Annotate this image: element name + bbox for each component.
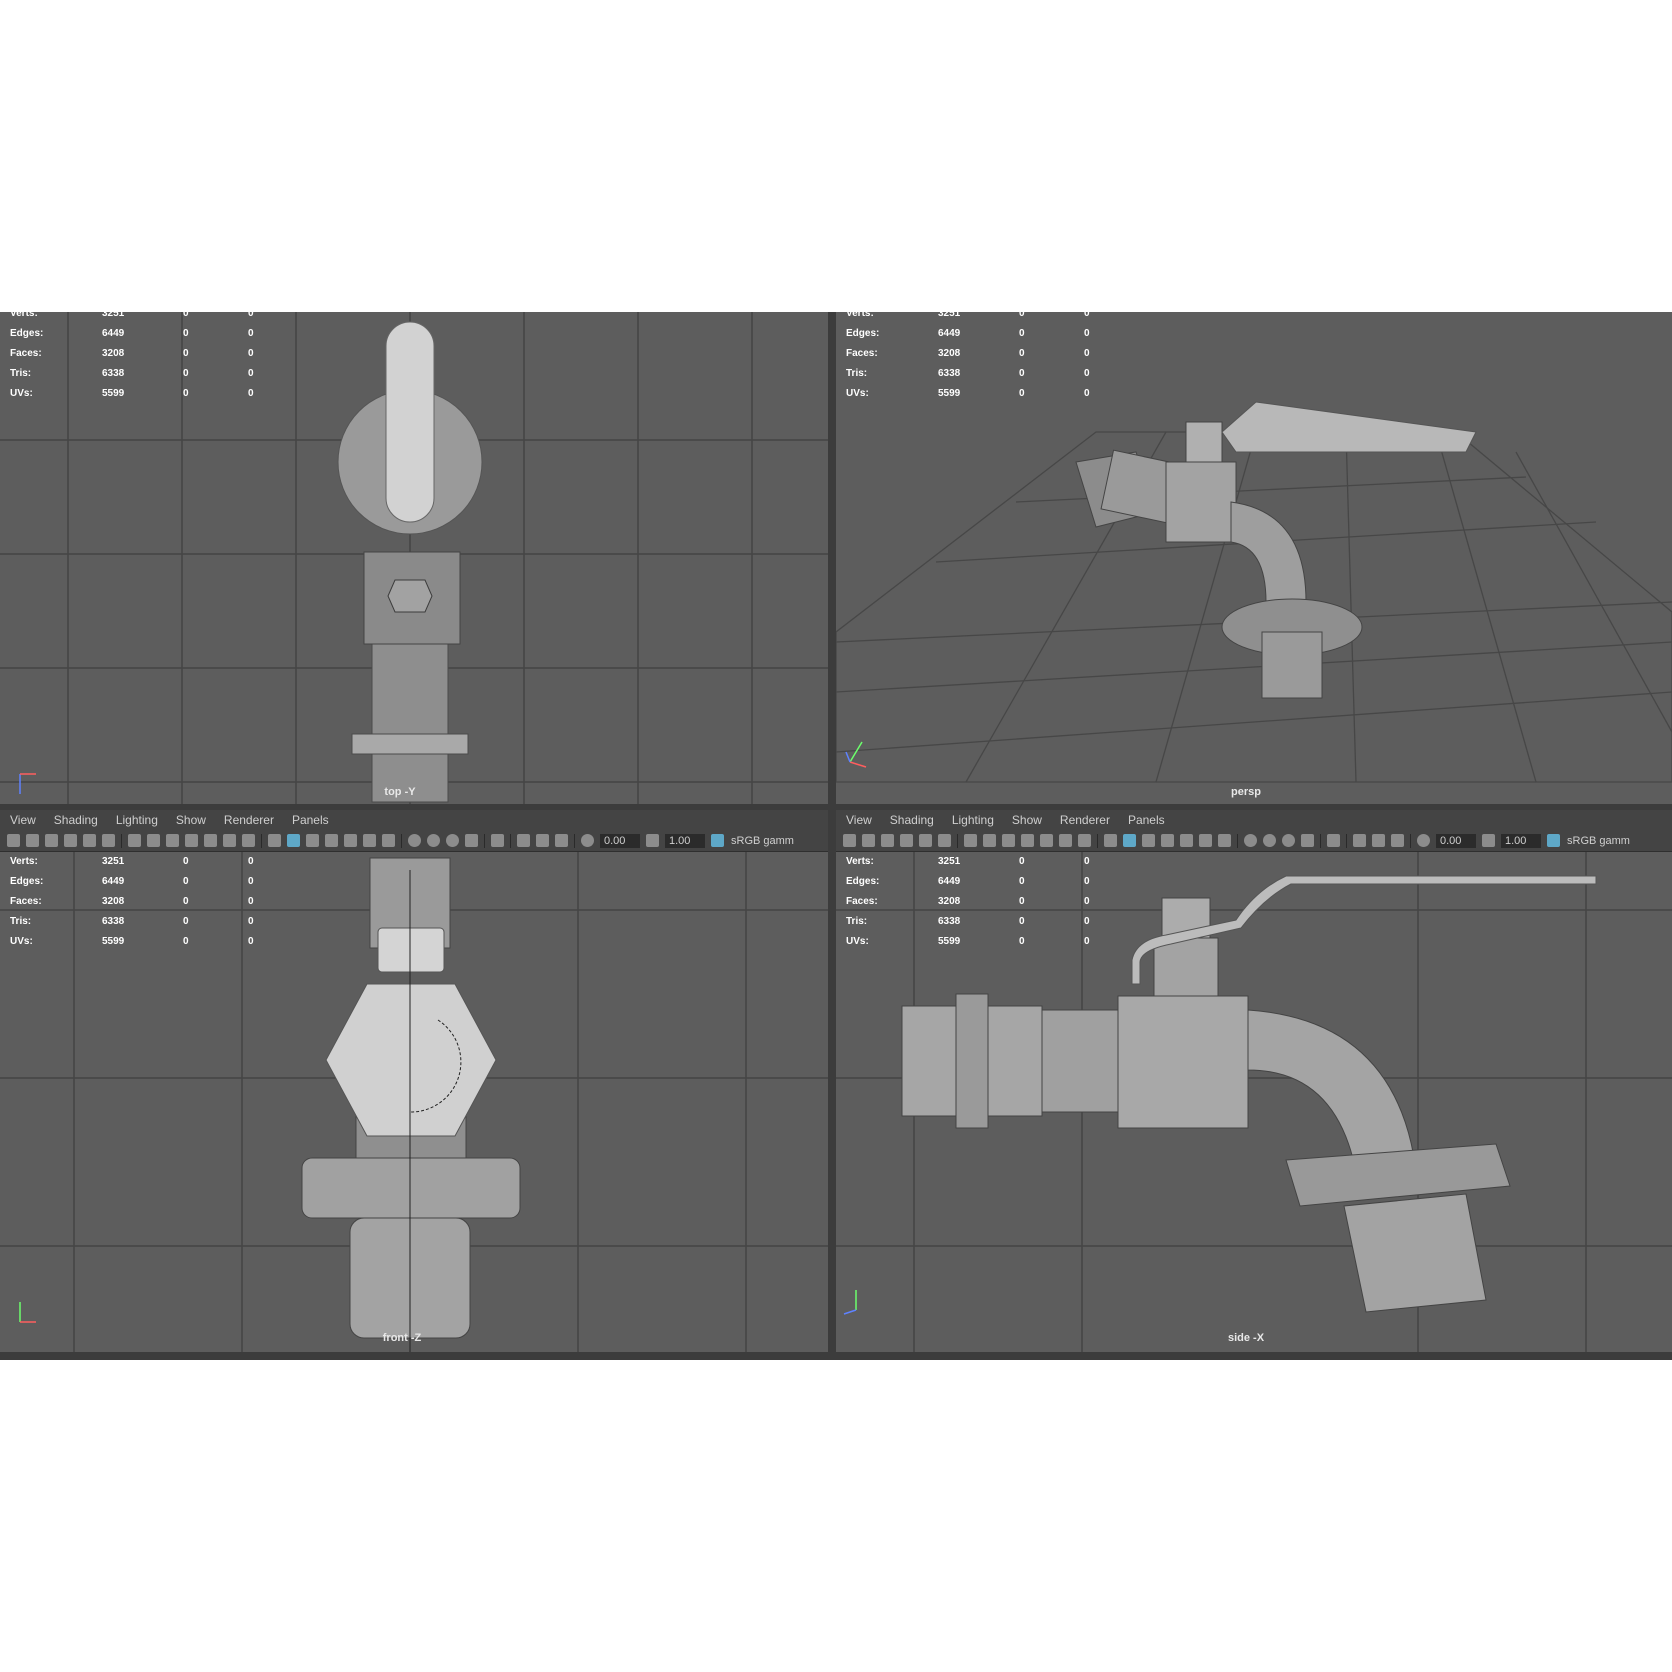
stats-value: 0: [248, 368, 254, 379]
stats-value: 3251: [938, 312, 961, 319]
camera-label-front: front -Z: [382, 1332, 422, 1344]
stats-value: 6338: [102, 368, 125, 379]
persp-view-scene: [836, 401, 1672, 783]
stats-value: 0: [248, 328, 254, 339]
stats-label: Tris:: [10, 916, 32, 927]
camera-label-side: side -X: [1227, 1332, 1265, 1344]
stats-label: Edges:: [846, 328, 880, 339]
stats-label: Faces:: [846, 896, 878, 907]
stats-value: 0: [1084, 936, 1090, 947]
stats-value: 5599: [938, 936, 961, 947]
stats-label: Faces:: [10, 348, 42, 359]
stats-value: 0: [183, 348, 189, 359]
stats-value: 0: [1019, 388, 1025, 399]
stats-label: Verts:: [846, 856, 874, 867]
stats-label: Tris:: [10, 368, 32, 379]
stats-value: 3208: [102, 896, 125, 907]
stats-value: 0: [1084, 856, 1090, 867]
stats-value: 0: [1084, 896, 1090, 907]
stats-value: 0: [1084, 876, 1090, 887]
stats-value: 0: [1084, 388, 1090, 399]
stats-label: Faces:: [10, 896, 42, 907]
stats-value: 0: [183, 896, 189, 907]
viewport-front[interactable]: View Shading Lighting Show Renderer Pane…: [0, 810, 828, 1352]
stats-label: UVs:: [10, 936, 33, 947]
stats-value: 3208: [938, 896, 961, 907]
stats-value: 0: [183, 936, 189, 947]
stats-value: 0: [183, 856, 189, 867]
stats-label: UVs:: [846, 388, 869, 399]
stats-value: 0: [183, 916, 189, 927]
front-view-scene: [0, 852, 828, 1352]
stats-value: 0: [183, 388, 189, 399]
stats-label: Edges:: [10, 876, 44, 887]
viewport-side[interactable]: View Shading Lighting Show Renderer Pane…: [836, 810, 1672, 1352]
stats-value: 0: [1019, 348, 1025, 359]
stats-value: 3251: [102, 856, 125, 867]
stats-label: Tris:: [846, 916, 868, 927]
stats-value: 0: [1019, 312, 1025, 319]
stats-value: 0: [1084, 368, 1090, 379]
stats-value: 0: [248, 876, 254, 887]
faucet-top-model: [337, 321, 483, 803]
stats-value: 0: [248, 896, 254, 907]
stats-value: 0: [1019, 328, 1025, 339]
stats-value: 0: [248, 312, 254, 319]
stats-value: 0: [1019, 936, 1025, 947]
stats-label: Edges:: [846, 876, 880, 887]
stats-value: 0: [1019, 876, 1025, 887]
stats-label: UVs:: [846, 936, 869, 947]
stats-value: 3208: [102, 348, 125, 359]
camera-label-top: top -Y: [384, 786, 416, 798]
stats-value: 5599: [102, 388, 125, 399]
stats-value: 6449: [102, 876, 125, 887]
stats-label: UVs:: [10, 388, 33, 399]
stats-value: 0: [183, 312, 189, 319]
stats-value: 0: [248, 916, 254, 927]
stats-value: 0: [248, 388, 254, 399]
stats-label: Edges:: [10, 328, 44, 339]
maya-four-view-layout: Verts: 3251 0 0 Edges: 6449 0 0 Faces: 3208 0 0 T…: [0, 312, 1672, 1360]
camera-label-persp: persp: [1231, 786, 1261, 798]
side-view-scene: [836, 852, 1672, 1352]
stats-value: 6449: [938, 328, 961, 339]
stats-value: 6449: [938, 876, 961, 887]
stats-value: 3251: [938, 856, 961, 867]
stats-value: 6338: [938, 916, 961, 927]
stats-label: Verts:: [846, 312, 874, 319]
stats-value: 0: [248, 936, 254, 947]
stats-value: 0: [248, 348, 254, 359]
stats-label: Tris:: [846, 368, 868, 379]
stats-value: 0: [183, 876, 189, 887]
stats-label: Verts:: [10, 312, 38, 319]
stats-value: 0: [1084, 348, 1090, 359]
stats-value: 6338: [102, 916, 125, 927]
faucet-front-model: [301, 857, 521, 1352]
stats-value: 0: [1019, 896, 1025, 907]
stats-value: 3251: [102, 312, 125, 319]
stats-label: Faces:: [846, 348, 878, 359]
stats-value: 0: [1019, 916, 1025, 927]
stats-value: 0: [1084, 328, 1090, 339]
stats-value: 0: [1019, 856, 1025, 867]
viewport-top[interactable]: Verts: 3251 0 0 Edges: 6449 0 0 Faces: 3208 0 0 T…: [0, 312, 828, 804]
stats-value: 0: [1019, 368, 1025, 379]
stats-value: 3208: [938, 348, 961, 359]
stats-value: 0: [1084, 312, 1090, 319]
stats-value: 0: [183, 368, 189, 379]
stats-value: 6338: [938, 368, 961, 379]
viewport-persp[interactable]: Verts: 3251 0 0 Edges: 6449 0 0 Faces: 3208 0 0 T…: [836, 312, 1672, 804]
stats-value: 5599: [102, 936, 125, 947]
stats-value: 0: [1084, 916, 1090, 927]
stats-value: 5599: [938, 388, 961, 399]
stats-value: 0: [248, 856, 254, 867]
stats-value: 6449: [102, 328, 125, 339]
stats-label: Verts:: [10, 856, 38, 867]
top-view-scene: [0, 312, 828, 804]
stats-value: 0: [183, 328, 189, 339]
